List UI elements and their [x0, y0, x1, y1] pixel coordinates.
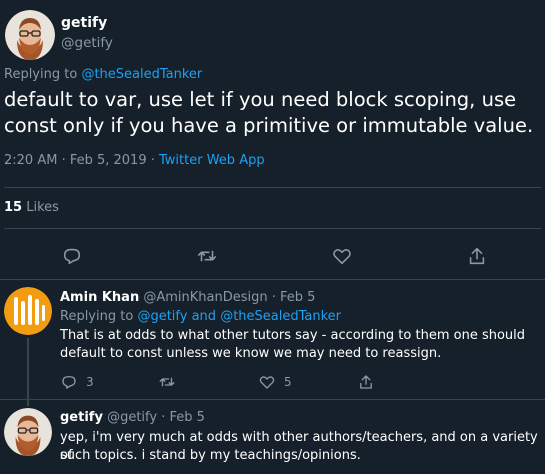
- like-count: 5: [284, 375, 292, 389]
- user-handle[interactable]: @getify: [107, 410, 157, 425]
- replying-and: and: [191, 309, 217, 324]
- likes-label: Likes: [26, 200, 59, 215]
- main-tweet: getify @getify Replying to @theSealedTan…: [0, 0, 545, 280]
- avatar[interactable]: [4, 287, 52, 335]
- thread-line: [27, 400, 29, 406]
- tweet-actions: [0, 242, 545, 270]
- reply-icon: [62, 376, 76, 389]
- like-action[interactable]: 5: [258, 372, 292, 392]
- user-handle[interactable]: @getify: [61, 35, 113, 51]
- share-icon[interactable]: [466, 245, 488, 267]
- retweet-icon: [159, 377, 175, 387]
- replying-to-link[interactable]: @theSealedTanker: [220, 309, 341, 324]
- likes-count: 15: [4, 200, 23, 215]
- replying-to-link[interactable]: @theSealedTanker: [81, 67, 202, 82]
- reply-actions: 3 5: [60, 372, 540, 392]
- reply-header: Amin Khan @AminKhanDesign · Feb 5: [60, 290, 315, 305]
- avatar[interactable]: [4, 408, 52, 456]
- share-action[interactable]: [357, 372, 375, 392]
- tweet-meta: 2:20 AM · Feb 5, 2019 · Twitter Web App: [4, 153, 265, 168]
- replying-to-line: Replying to @getify and @theSealedTanker: [60, 309, 341, 324]
- avatar[interactable]: [5, 10, 55, 60]
- display-name[interactable]: getify: [60, 410, 103, 425]
- tweet-source-link[interactable]: Twitter Web App: [159, 153, 265, 168]
- reply-tweet[interactable]: getify @getify · Feb 5 yep, i'm very muc…: [0, 400, 545, 474]
- replying-prefix: Replying to: [4, 67, 78, 82]
- likes-row[interactable]: 15 Likes: [4, 200, 59, 215]
- replying-prefix: Replying to: [60, 309, 134, 324]
- like-icon[interactable]: [331, 245, 353, 267]
- display-name[interactable]: Amin Khan: [60, 290, 139, 305]
- reply-text-line: default to const unless we know we may n…: [60, 346, 442, 361]
- reply-icon[interactable]: [61, 245, 83, 267]
- like-icon: [259, 376, 275, 389]
- reply-header: getify @getify · Feb 5: [60, 410, 205, 425]
- reply-count: 3: [86, 375, 94, 389]
- reply-tweet[interactable]: Amin Khan @AminKhanDesign · Feb 5 Replyi…: [0, 280, 545, 400]
- tweet-text: default to var, use let if you need bloc…: [4, 88, 534, 137]
- share-icon: [360, 375, 372, 389]
- tweet-timestamp[interactable]: 2:20 AM · Feb 5, 2019 ·: [4, 153, 155, 168]
- replying-to-link[interactable]: @getify: [137, 309, 187, 324]
- tweet-date[interactable]: · Feb 5: [161, 410, 205, 425]
- user-handle[interactable]: @AminKhanDesign: [143, 290, 267, 305]
- retweet-action[interactable]: [158, 372, 176, 392]
- thread-line: [27, 338, 29, 400]
- divider: [4, 228, 541, 229]
- divider: [4, 187, 541, 188]
- retweet-icon[interactable]: [196, 245, 218, 267]
- replying-to-line: Replying to @theSealedTanker: [4, 67, 202, 82]
- reply-text-line: such topics. i stand by my teachings/opi…: [60, 448, 361, 463]
- tweet-date[interactable]: · Feb 5: [272, 290, 316, 305]
- reply-text-line: That is at odds to what other tutors say…: [60, 328, 526, 343]
- reply-action[interactable]: 3: [60, 372, 94, 392]
- display-name[interactable]: getify: [61, 15, 107, 31]
